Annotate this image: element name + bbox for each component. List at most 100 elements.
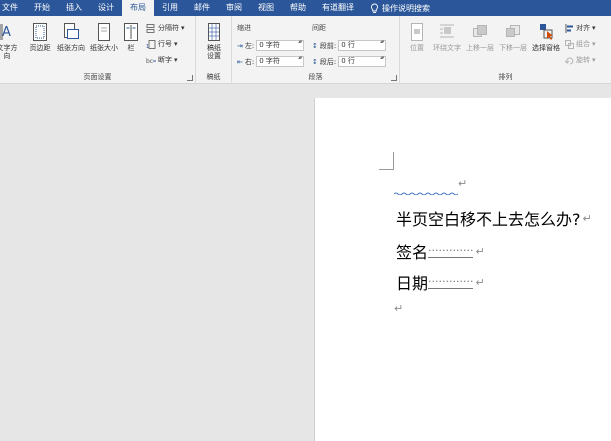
tab-file[interactable]: 文件 <box>0 0 26 16</box>
tab-home[interactable]: 开始 <box>26 0 58 16</box>
tab-references[interactable]: 引用 <box>154 0 186 16</box>
hyphenation-icon: bc <box>146 58 156 65</box>
signature-label: 签名 <box>396 243 429 262</box>
paragraph-mark-icon: ↵ <box>458 177 468 190</box>
position-icon <box>411 23 423 41</box>
bring-forward-icon <box>473 25 487 37</box>
margins-icon <box>33 23 47 41</box>
indent-heading: 缩进 <box>237 24 251 32</box>
spacing-before-input[interactable]: 0 行 <box>338 40 387 51</box>
indent-left-row: ⇥ 左: 0 字符 <box>237 40 305 51</box>
wrap-text-icon <box>440 24 454 38</box>
tab-view[interactable]: 视图 <box>250 0 282 16</box>
wrap-text-button[interactable]: 环绕文字 <box>430 22 464 52</box>
date-label: 日期 <box>396 274 429 293</box>
margins-button[interactable]: 页边距 <box>27 22 53 52</box>
tab-design[interactable]: 设计 <box>90 0 122 16</box>
text-direction-button[interactable]: A 文字方向 <box>0 22 20 60</box>
hyphenation-button[interactable]: bc 断字 ▾ <box>146 55 178 65</box>
size-button[interactable]: 纸张大小 <box>88 22 120 52</box>
chevron-down-icon: ▾ <box>174 40 178 48</box>
paragraph-question[interactable]: 半页空白移不上去怎么办? ↵ <box>396 206 592 230</box>
group-label-paragraph: 段落 <box>308 73 323 81</box>
group-objects-icon <box>565 39 574 49</box>
chevron-down-icon: ▾ <box>181 24 185 32</box>
page-setup-launcher-icon[interactable] <box>187 75 193 81</box>
tab-insert[interactable]: 插入 <box>58 0 90 16</box>
breaks-icon <box>146 23 155 33</box>
spacing-before-row: ↕ 段前: 0 行 <box>312 40 387 51</box>
tab-review[interactable]: 审阅 <box>218 0 250 16</box>
orientation-icon <box>64 23 79 39</box>
group-paragraph: 缩进 间距 ⇥ 左: 0 字符 ⇤ 右: 0 字符 ↕ 段前: 0 行 ↕ 段后… <box>232 16 400 84</box>
align-icon <box>565 23 573 33</box>
line-numbers-button[interactable]: 1 行号 ▾ <box>146 39 178 49</box>
indent-right-icon: ⇤ <box>237 57 243 66</box>
tab-help[interactable]: 帮助 <box>282 0 314 16</box>
group-label-manuscript: 稿纸 <box>206 73 221 81</box>
group-manuscript: 稿纸设置 稿纸 <box>196 16 232 84</box>
align-button[interactable]: 对齐 ▾ <box>565 23 596 33</box>
breaks-button[interactable]: 分隔符 ▾ <box>146 23 185 33</box>
group-label-arrange: 排列 <box>498 73 513 81</box>
indent-right-input[interactable]: 0 字符 <box>256 56 305 67</box>
chevron-down-icon: ▾ <box>592 40 596 48</box>
send-backward-icon <box>506 25 520 37</box>
tab-youdao-translate[interactable]: 有道翻译 <box>314 0 362 16</box>
signature-line: ············· <box>428 244 474 258</box>
group-label-page-setup: 页面设置 <box>83 73 112 81</box>
svg-text:A: A <box>2 25 11 40</box>
spacing-after-input[interactable]: 0 行 <box>338 56 387 67</box>
page-size-icon <box>98 23 110 41</box>
chevron-down-icon: ▾ <box>592 56 596 64</box>
margin-corner-mark <box>379 152 394 170</box>
ribbon: A 文字方向 页边距 纸张方向 纸张大小 栏 分隔符▾ 1 行号▾ bc <box>0 16 611 84</box>
rotate-icon <box>565 57 574 64</box>
manuscript-paper-icon <box>208 23 220 41</box>
paragraph-mark-icon: ↵ <box>394 302 404 315</box>
paragraph-launcher-icon[interactable] <box>391 75 397 81</box>
indent-right-row: ⇤ 右: 0 字符 <box>237 56 305 67</box>
group-arrange: 位置 环绕文字 上移一层 下移一层 选择窗格 对齐 ▾ 组合 ▾ 旋转 ▾ 排列 <box>400 16 611 84</box>
svg-text:1: 1 <box>146 44 149 49</box>
bring-forward-button[interactable]: 上移一层 <box>463 22 497 52</box>
columns-icon <box>124 23 138 41</box>
rotate-button[interactable]: 旋转 ▾ <box>565 55 596 65</box>
spacing-before-icon: ↕ <box>312 41 318 50</box>
chevron-down-icon: ▾ <box>592 24 596 32</box>
selection-pane-icon <box>540 24 553 40</box>
paragraph-mark-icon: ↵ <box>475 275 485 289</box>
columns-button[interactable]: 栏 <box>120 22 142 52</box>
position-button[interactable]: 位置 <box>404 22 430 52</box>
send-backward-button[interactable]: 下移一层 <box>496 22 530 52</box>
date-line: ············· <box>428 275 474 289</box>
tab-mailings[interactable]: 邮件 <box>186 0 218 16</box>
paragraph-signature[interactable]: 签名 ············· ↵ <box>396 239 485 263</box>
spacing-heading: 间距 <box>312 24 326 32</box>
ribbon-tab-bar: 文件 开始 插入 设计 布局 引用 邮件 审阅 视图 帮助 有道翻译 操作说明搜… <box>0 0 611 16</box>
paragraph-mark-icon: ↵ <box>582 211 592 225</box>
paragraph-empty-2[interactable]: ↵ <box>394 302 404 315</box>
tab-layout[interactable]: 布局 <box>122 0 154 16</box>
group-objects-button[interactable]: 组合 ▾ <box>565 39 596 49</box>
selection-pane-button[interactable]: 选择窗格 <box>530 22 562 52</box>
paragraph-empty-1[interactable]: ↵ <box>456 177 467 190</box>
indent-left-input[interactable]: 0 字符 <box>256 40 305 51</box>
paragraph-date[interactable]: 日期 ············· ↵ <box>396 270 485 294</box>
chevron-down-icon: ▾ <box>174 56 178 64</box>
line-numbers-icon: 1 <box>146 39 156 49</box>
tell-me-label: 操作说明搜索 <box>382 3 430 13</box>
tell-me-search[interactable]: 操作说明搜索 <box>362 3 430 14</box>
text-direction-icon: A <box>0 24 11 40</box>
question-text: 半页空白移不上去怎么办? <box>396 210 581 229</box>
paragraph-mark-icon: ↵ <box>475 244 485 258</box>
group-page-setup: A 文字方向 页边距 纸张方向 纸张大小 栏 分隔符▾ 1 行号▾ bc <box>0 16 196 84</box>
indent-left-icon: ⇥ <box>237 41 243 50</box>
orientation-button[interactable]: 纸张方向 <box>55 22 87 52</box>
manuscript-settings-button[interactable]: 稿纸设置 <box>201 22 227 60</box>
lightbulb-icon <box>371 3 378 13</box>
spelling-underline <box>394 192 458 195</box>
spacing-after-row: ↕ 段后: 0 行 <box>312 56 387 67</box>
spacing-after-icon: ↕ <box>312 57 318 66</box>
svg-text:bc: bc <box>146 58 153 65</box>
